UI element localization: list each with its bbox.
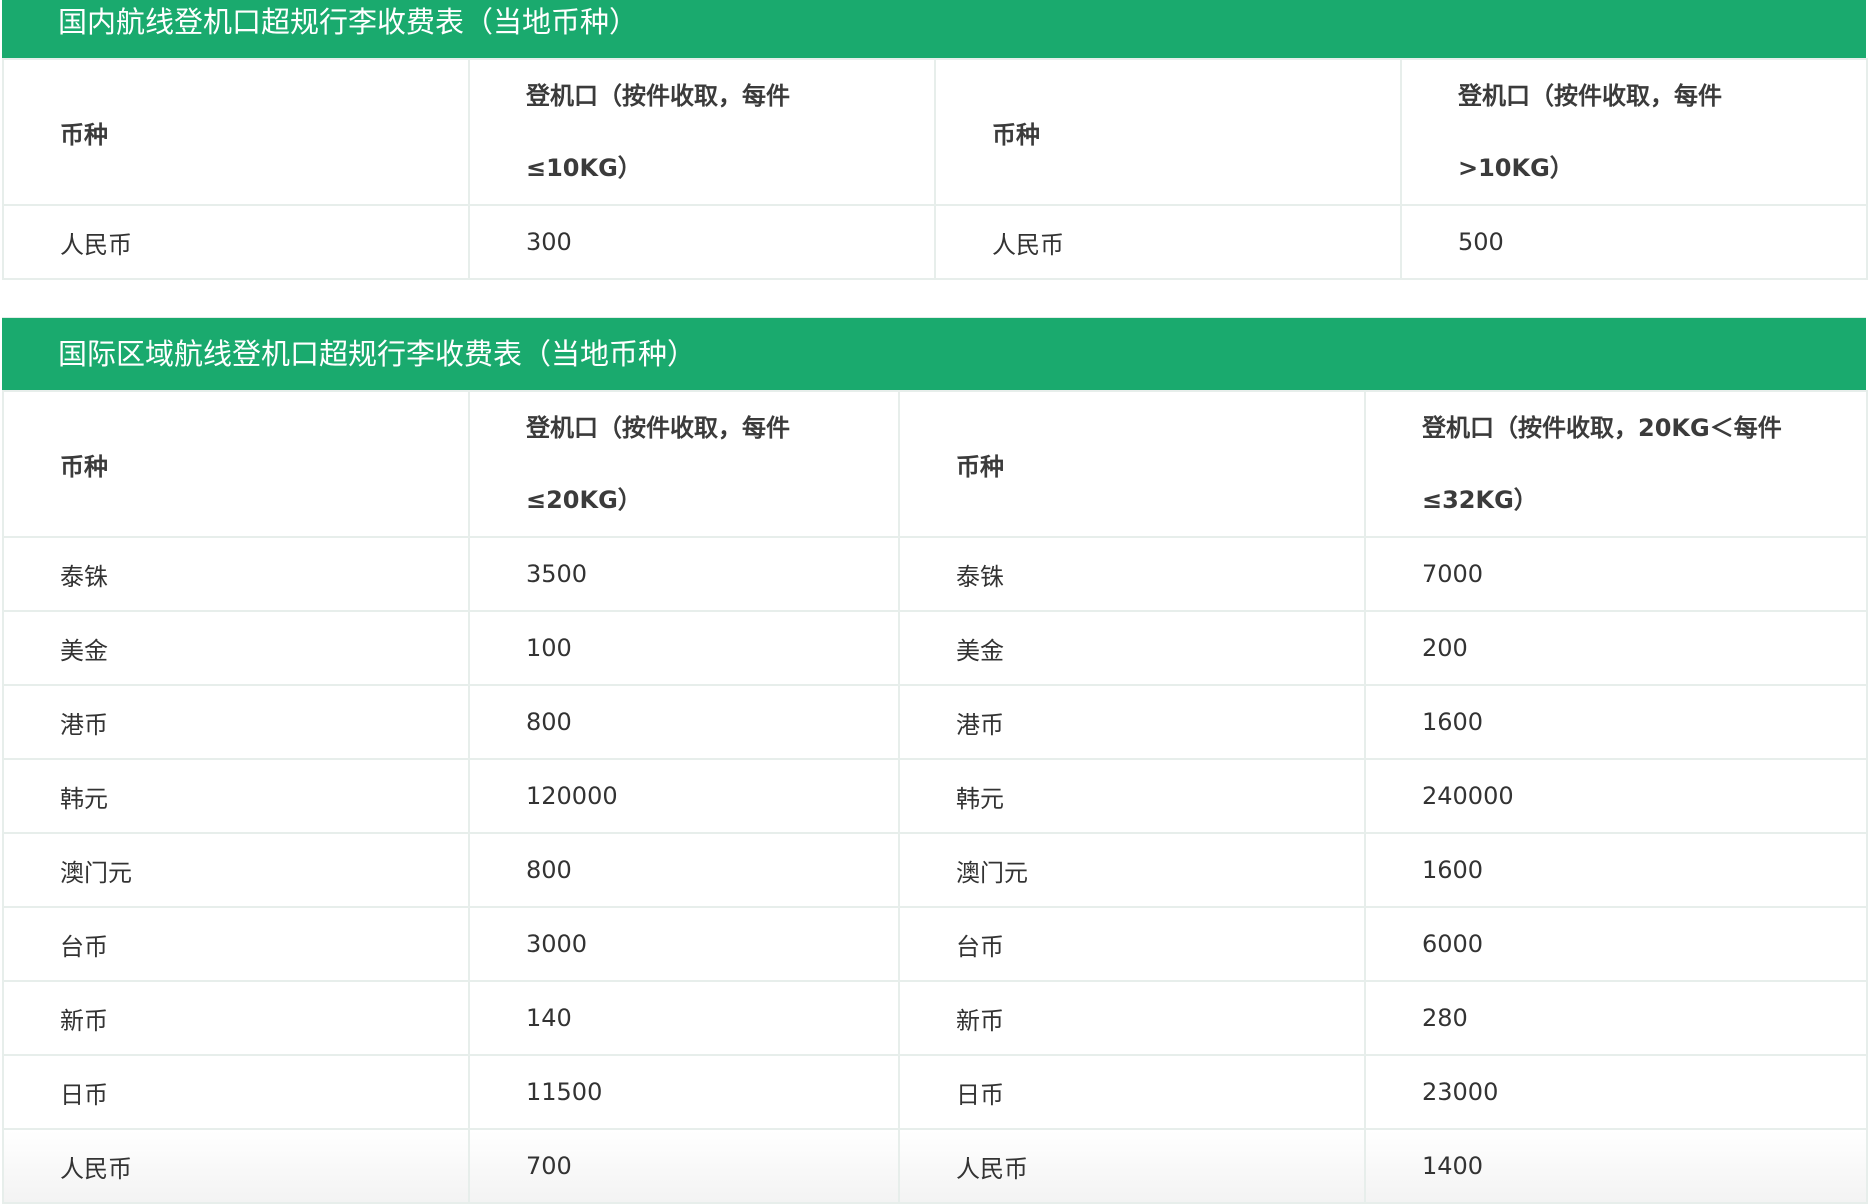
cell-fee: 800 <box>468 832 900 908</box>
cell-fee: 120000 <box>468 758 900 834</box>
cell-fee-2: 6000 <box>1364 906 1868 982</box>
table-row: 新币 140 新币 280 <box>2 980 1868 1056</box>
cell-fee: 300 <box>468 204 936 280</box>
cell-currency-2: 新币 <box>898 980 1366 1056</box>
table-row: 韩元 120000 韩元 240000 <box>2 758 1868 834</box>
cell-fee: 140 <box>468 980 900 1056</box>
cell-fee: 11500 <box>468 1054 900 1130</box>
domestic-fee-panel: 国内航线登机口超规行李收费表（当地币种） 币种 登机口（按件收取，每件 ≤10K… <box>2 0 1868 280</box>
cell-currency: 人民币 <box>2 1128 470 1204</box>
domestic-fee-table: 币种 登机口（按件收取，每件 ≤10KG） 币种 登机口（按件收取，每件 >10… <box>2 58 1868 280</box>
header-fee: 登机口（按件收取，每件 ≤20KG） <box>468 390 900 538</box>
international-fee-panel: 国际区域航线登机口超规行李收费表（当地币种） 币种 登机口（按件收取，每件 ≤2… <box>2 317 1868 1204</box>
table-header-row: 币种 登机口（按件收取，每件 ≤10KG） 币种 登机口（按件收取，每件 >10… <box>2 58 1868 206</box>
cell-currency-2: 澳门元 <box>898 832 1366 908</box>
cell-currency: 台币 <box>2 906 470 982</box>
cell-currency: 日币 <box>2 1054 470 1130</box>
table-row: 澳门元 800 澳门元 1600 <box>2 832 1868 908</box>
header-currency: 币种 <box>2 390 470 538</box>
header-fee: 登机口（按件收取，每件 ≤10KG） <box>468 58 936 206</box>
table-row: 台币 3000 台币 6000 <box>2 906 1868 982</box>
cell-currency-2: 人民币 <box>934 204 1402 280</box>
international-fee-table: 币种 登机口（按件收取，每件 ≤20KG） 币种 登机口（按件收取，20KG＜每… <box>2 390 1868 1204</box>
cell-currency: 泰铢 <box>2 536 470 612</box>
domestic-fee-title: 国内航线登机口超规行李收费表（当地币种） <box>2 0 1866 58</box>
cell-currency: 韩元 <box>2 758 470 834</box>
table-row: 日币 11500 日币 23000 <box>2 1054 1868 1130</box>
cell-fee-2: 200 <box>1364 610 1868 686</box>
cell-fee-2: 500 <box>1400 204 1868 280</box>
cell-currency-2: 台币 <box>898 906 1366 982</box>
cell-fee-2: 7000 <box>1364 536 1868 612</box>
cell-currency: 新币 <box>2 980 470 1056</box>
cell-currency: 人民币 <box>2 204 470 280</box>
cell-currency-2: 美金 <box>898 610 1366 686</box>
table-row: 美金 100 美金 200 <box>2 610 1868 686</box>
cell-currency-2: 人民币 <box>898 1128 1366 1204</box>
cell-fee-2: 240000 <box>1364 758 1868 834</box>
cell-fee-2: 1400 <box>1364 1128 1868 1204</box>
table-row: 泰铢 3500 泰铢 7000 <box>2 536 1868 612</box>
cell-fee-2: 280 <box>1364 980 1868 1056</box>
cell-currency-2: 韩元 <box>898 758 1366 834</box>
table-header-row: 币种 登机口（按件收取，每件 ≤20KG） 币种 登机口（按件收取，20KG＜每… <box>2 390 1868 538</box>
cell-currency: 港币 <box>2 684 470 760</box>
cell-fee-2: 23000 <box>1364 1054 1868 1130</box>
cell-currency: 美金 <box>2 610 470 686</box>
cell-fee-2: 1600 <box>1364 832 1868 908</box>
header-fee-2: 登机口（按件收取，20KG＜每件 ≤32KG） <box>1364 390 1868 538</box>
table-row: 港币 800 港币 1600 <box>2 684 1868 760</box>
cell-fee-2: 1600 <box>1364 684 1868 760</box>
cell-fee: 700 <box>468 1128 900 1204</box>
cell-currency-2: 日币 <box>898 1054 1366 1130</box>
cell-fee: 800 <box>468 684 900 760</box>
cell-fee: 100 <box>468 610 900 686</box>
header-currency-2: 币种 <box>934 58 1402 206</box>
cell-currency-2: 港币 <box>898 684 1366 760</box>
cell-fee: 3000 <box>468 906 900 982</box>
header-fee-2: 登机口（按件收取，每件 >10KG） <box>1400 58 1868 206</box>
cell-currency-2: 泰铢 <box>898 536 1366 612</box>
header-currency-2: 币种 <box>898 390 1366 538</box>
table-row: 人民币 300 人民币 500 <box>2 204 1868 280</box>
header-currency: 币种 <box>2 58 470 206</box>
cell-fee: 3500 <box>468 536 900 612</box>
international-fee-title: 国际区域航线登机口超规行李收费表（当地币种） <box>2 317 1866 390</box>
cell-currency: 澳门元 <box>2 832 470 908</box>
table-row: 人民币 700 人民币 1400 <box>2 1128 1868 1204</box>
